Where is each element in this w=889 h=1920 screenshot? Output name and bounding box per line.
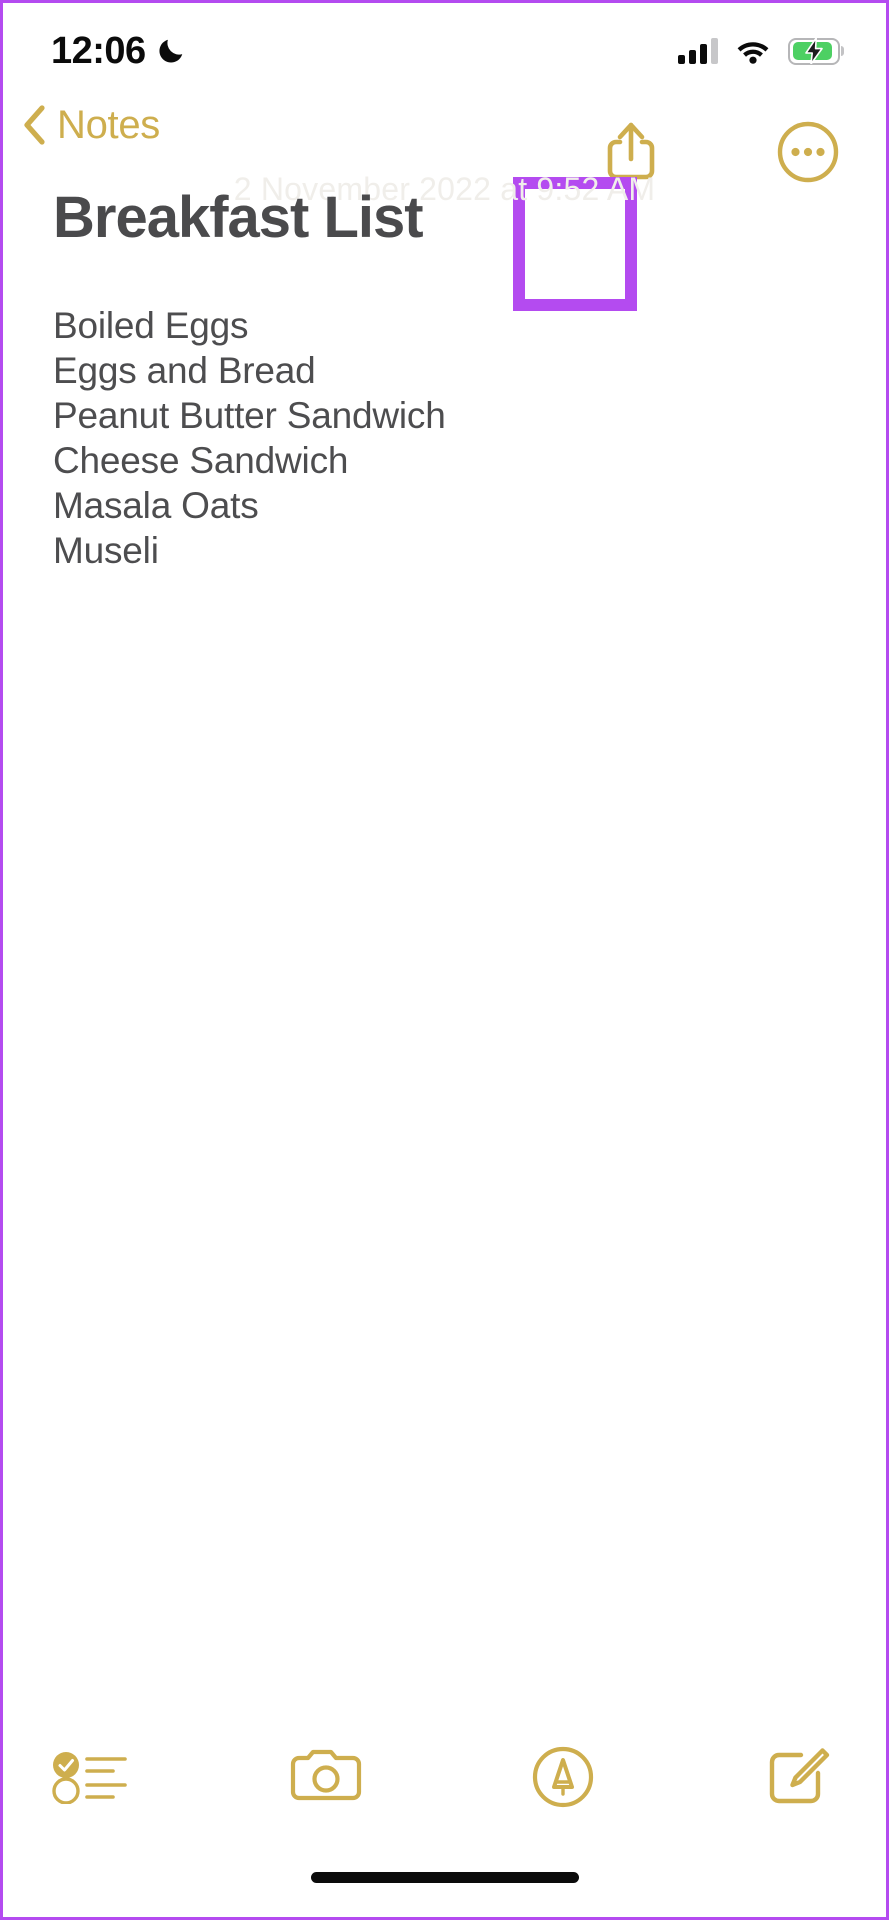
note-list-item[interactable]: Boiled Eggs	[53, 303, 846, 348]
note-list-item[interactable]: Eggs and Bread	[53, 348, 846, 393]
wifi-icon	[737, 41, 769, 64]
compose-button[interactable]	[744, 1737, 854, 1817]
bottom-toolbar	[3, 1727, 886, 1827]
checklist-icon	[52, 1752, 127, 1804]
markup-pen-icon	[532, 1746, 593, 1808]
back-button[interactable]: Notes	[21, 105, 160, 145]
note-title: Breakfast List	[53, 185, 424, 250]
lightning-bolt-icon	[805, 38, 823, 64]
note-body-list[interactable]: Boiled Eggs Eggs and Bread Peanut Butter S…	[53, 303, 846, 573]
back-button-label: Notes	[57, 103, 160, 147]
markup-button[interactable]	[508, 1737, 618, 1817]
battery-charging-icon	[788, 37, 840, 65]
camera-icon	[291, 1749, 362, 1801]
cellular-signal-icon	[678, 38, 718, 64]
phone-screen: 12:06 Notes 2 November 2022 at 9:52 AM B…	[0, 0, 889, 1920]
status-bar-right	[678, 37, 840, 65]
checklist-button[interactable]	[35, 1737, 145, 1817]
status-bar-clock: 12:06	[51, 30, 146, 72]
status-bar: 12:06	[3, 3, 886, 99]
note-list-item[interactable]: Peanut Butter Sandwich	[53, 393, 846, 438]
compose-icon	[769, 1748, 830, 1804]
note-list-item[interactable]: Masala Oats	[53, 483, 846, 528]
note-list-item[interactable]: Cheese Sandwich	[53, 438, 846, 483]
moon-icon	[159, 39, 182, 63]
note-list-item[interactable]: Museli	[53, 528, 846, 573]
camera-button[interactable]	[271, 1737, 381, 1817]
chevron-left-icon	[24, 105, 45, 145]
status-bar-left: 12:06	[51, 32, 186, 70]
home-indicator	[310, 1872, 579, 1883]
